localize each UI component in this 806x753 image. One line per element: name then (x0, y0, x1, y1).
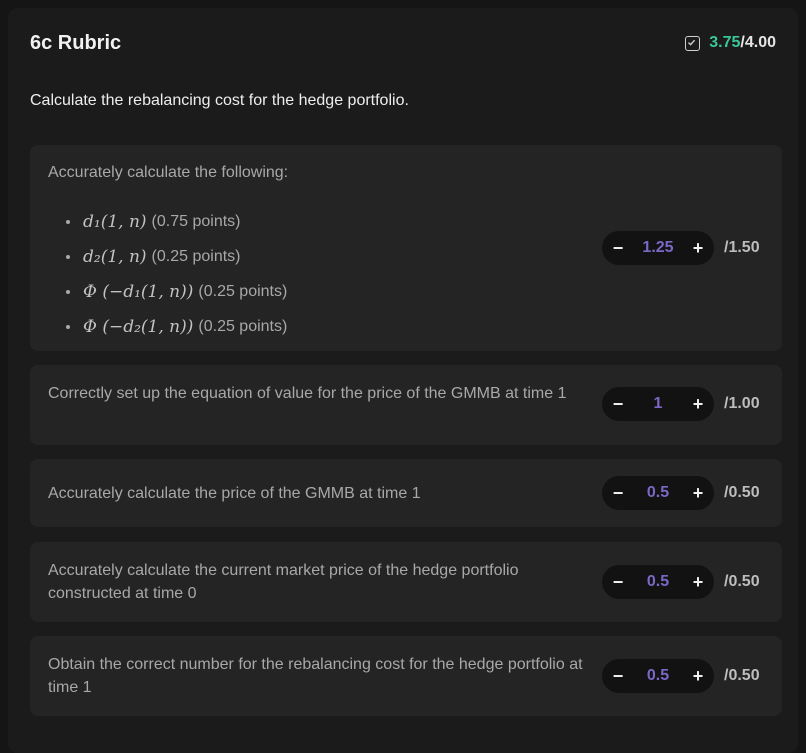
score-control: − 0.5 + /0.50 (602, 565, 766, 599)
score-control: − 1.25 + /1.50 (602, 231, 766, 265)
score-total: /4.00 (740, 34, 776, 51)
sub-criterion: Φ (−d₁(1, n)) (0.25 points) (66, 274, 287, 309)
rubric-item: Accurately calculate the price of the GM… (30, 459, 782, 527)
sub-points: (0.75 points) (151, 212, 241, 230)
decrement-button[interactable]: − (602, 666, 634, 687)
score-stepper: − 1 + (602, 387, 714, 421)
score-control: − 0.5 + /0.50 (602, 476, 766, 510)
rubric-item: Obtain the correct number for the rebala… (30, 636, 782, 716)
score-value: 3.75 (709, 34, 741, 51)
decrement-button[interactable]: − (602, 238, 634, 259)
score-stepper: − 0.5 + (602, 659, 714, 693)
score-input[interactable]: 0.5 (634, 484, 682, 502)
sub-points: (0.25 points) (151, 247, 241, 265)
rubric-title: 6c Rubric (30, 32, 122, 54)
increment-button[interactable]: + (682, 666, 714, 687)
decrement-button[interactable]: − (602, 394, 634, 415)
score-stepper: − 0.5 + (602, 476, 714, 510)
rubric-item: Accurately calculate the following: d₁(1… (30, 145, 782, 351)
criterion-sublist: d₁(1, n) (0.75 points) d₂(1, n) (0.25 poin… (66, 204, 287, 344)
math-expression: Φ (−d₂(1, n)) (83, 316, 194, 337)
decrement-button[interactable]: − (602, 572, 634, 593)
question-text: Calculate the rebalancing cost for the h… (30, 92, 409, 109)
score-stepper: − 1.25 + (602, 231, 714, 265)
sub-criterion: d₂(1, n) (0.25 points) (66, 239, 287, 274)
check-icon (685, 35, 701, 51)
increment-button[interactable]: + (682, 572, 714, 593)
max-points: /1.00 (724, 395, 760, 412)
score-control: − 0.5 + /0.50 (602, 659, 766, 693)
increment-button[interactable]: + (682, 483, 714, 504)
sub-points: (0.25 points) (198, 317, 288, 335)
criterion-text: Obtain the correct number for the rebala… (48, 656, 583, 696)
decrement-button[interactable]: − (602, 483, 634, 504)
sub-criterion: d₁(1, n) (0.75 points) (66, 204, 287, 239)
score-stepper: − 0.5 + (602, 565, 714, 599)
criterion-text: Correctly set up the equation of value f… (48, 385, 567, 402)
sub-criterion: Φ (−d₂(1, n)) (0.25 points) (66, 309, 287, 344)
score-control: − 1 + /1.00 (602, 387, 766, 421)
rubric-panel: 6c Rubric 3.75 /4.00 Calculate the rebal… (8, 8, 798, 753)
increment-button[interactable]: + (682, 238, 714, 259)
rubric-item: Correctly set up the equation of value f… (30, 365, 782, 445)
score-input[interactable]: 1.25 (634, 239, 682, 257)
criterion-text: Accurately calculate the following: (48, 164, 289, 181)
score-input[interactable]: 0.5 (634, 573, 682, 591)
increment-button[interactable]: + (682, 394, 714, 415)
rubric-item: Accurately calculate the current market … (30, 542, 782, 622)
math-expression: Φ (−d₁(1, n)) (83, 281, 194, 302)
score-input[interactable]: 1 (634, 395, 682, 413)
max-points: /1.50 (724, 239, 760, 256)
criterion-text: Accurately calculate the price of the GM… (48, 485, 421, 502)
rubric-header: 6c Rubric 3.75 /4.00 (30, 32, 776, 58)
criterion-text: Accurately calculate the current market … (48, 562, 519, 602)
score-summary: 3.75 /4.00 (685, 34, 776, 52)
math-expression: d₂(1, n) (83, 246, 147, 267)
sub-points: (0.25 points) (198, 282, 288, 300)
max-points: /0.50 (724, 667, 760, 684)
max-points: /0.50 (724, 484, 760, 501)
math-expression: d₁(1, n) (83, 211, 147, 232)
max-points: /0.50 (724, 573, 760, 590)
score-input[interactable]: 0.5 (634, 667, 682, 685)
